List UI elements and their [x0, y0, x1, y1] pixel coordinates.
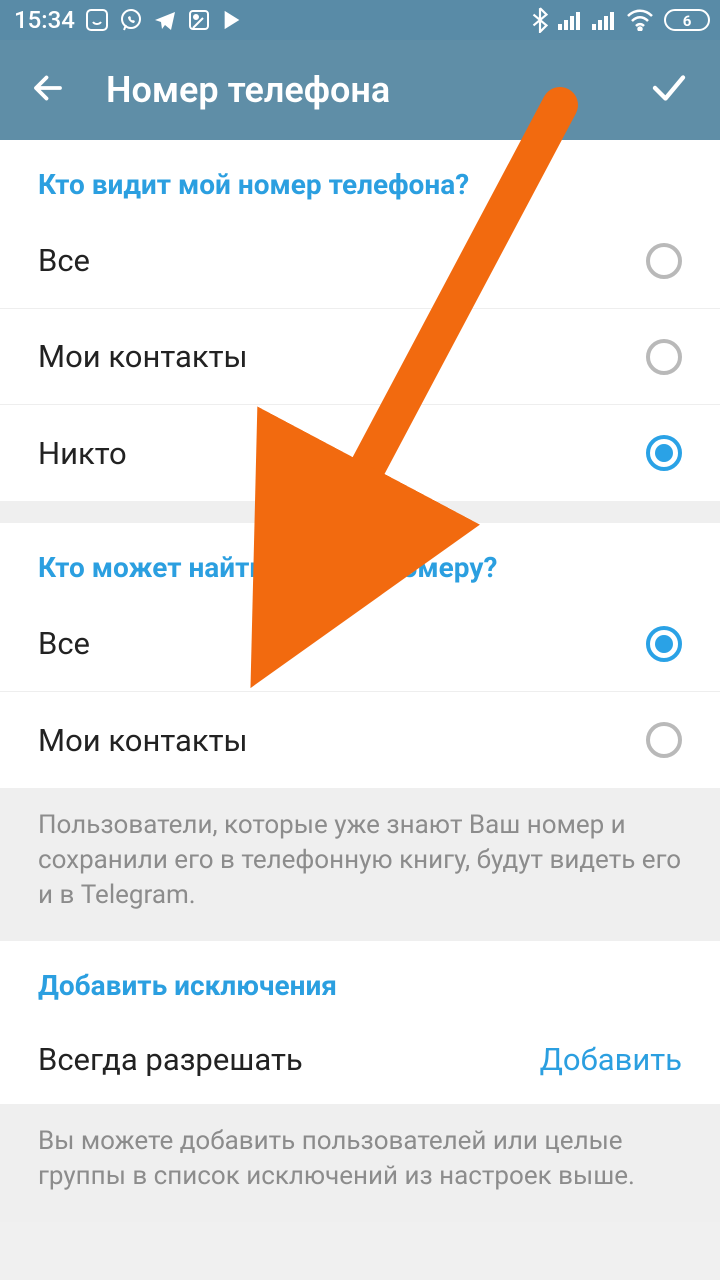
battery-icon: 6	[664, 9, 710, 31]
status-bar: 15:34 6	[0, 0, 720, 40]
option-everyone[interactable]: Все	[0, 213, 720, 309]
page-title: Номер телефона	[106, 69, 390, 111]
option-label: Все	[38, 625, 90, 662]
option-label: Мои контакты	[38, 722, 248, 759]
section-header: Кто может найти меня по номеру?	[0, 523, 720, 596]
section-exceptions: Добавить исключения Всегда разрешать Доб…	[0, 941, 720, 1104]
radio-on-icon	[646, 626, 682, 662]
app-bar: Номер телефона	[0, 40, 720, 140]
radio-on-icon	[646, 435, 682, 471]
radio-off-icon	[646, 339, 682, 375]
confirm-button[interactable]	[648, 67, 690, 113]
exception-always-allow[interactable]: Всегда разрешать Добавить	[0, 1014, 720, 1104]
status-time: 15:34	[14, 6, 75, 34]
exception-label: Всегда разрешать	[38, 1041, 303, 1078]
section-who-finds-by-number: Кто может найти меня по номеру? Все Мои …	[0, 523, 720, 788]
option-nobody[interactable]: Никто	[0, 405, 720, 501]
section-note: Вы можете добавить пользователей или цел…	[0, 1104, 720, 1222]
section-note: Пользователи, которые уже знают Ваш номе…	[0, 788, 720, 941]
option-my-contacts[interactable]: Мои контакты	[0, 692, 720, 788]
exception-action[interactable]: Добавить	[540, 1041, 682, 1078]
whatsapp-icon	[119, 8, 143, 32]
arrow-left-icon	[30, 70, 66, 106]
bluetooth-icon	[532, 7, 548, 33]
option-label: Мои контакты	[38, 338, 248, 375]
option-everyone[interactable]: Все	[0, 596, 720, 692]
telegram-icon	[153, 8, 177, 32]
section-header: Кто видит мой номер телефона?	[0, 140, 720, 213]
maps-icon	[187, 8, 211, 32]
section-divider	[0, 501, 720, 523]
wifi-icon	[626, 9, 654, 31]
signal2-icon	[592, 10, 616, 30]
section-header: Добавить исключения	[0, 941, 720, 1014]
battery-level: 6	[683, 12, 692, 30]
section-who-sees-number: Кто видит мой номер телефона? Все Мои ко…	[0, 140, 720, 501]
option-my-contacts[interactable]: Мои контакты	[0, 309, 720, 405]
play-store-icon	[221, 8, 243, 32]
signal-icon	[558, 10, 582, 30]
check-icon	[648, 67, 690, 109]
notif-icon	[85, 8, 109, 32]
radio-off-icon	[646, 722, 682, 758]
back-button[interactable]	[30, 70, 66, 110]
radio-off-icon	[646, 243, 682, 279]
option-label: Все	[38, 242, 90, 279]
option-label: Никто	[38, 435, 127, 472]
